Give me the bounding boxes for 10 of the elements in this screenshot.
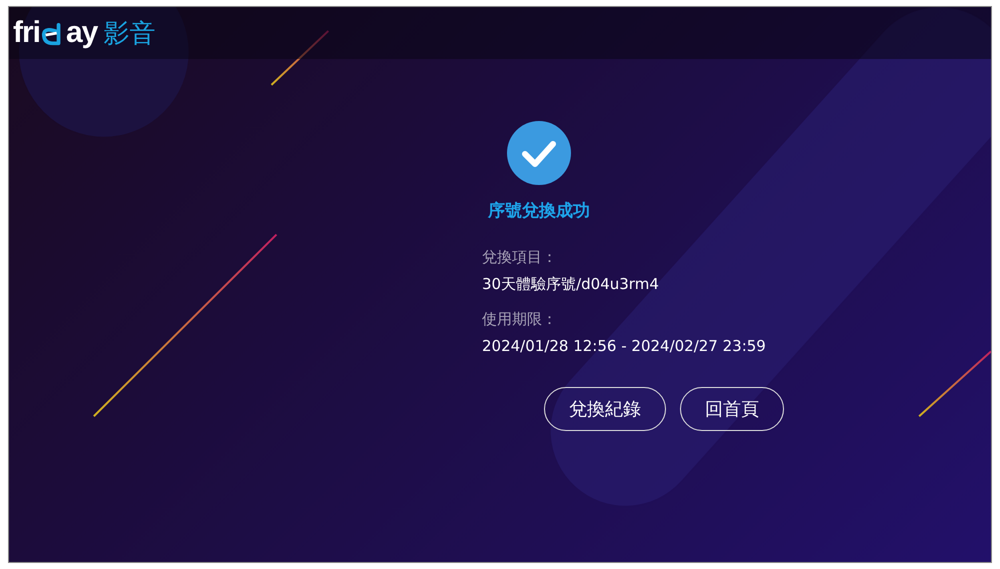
- logo-text[interactable]: ay: [66, 16, 98, 50]
- logo-label[interactable]: 影音: [103, 16, 156, 50]
- detail-value: 30天體驗序號/d04u3rm4: [482, 275, 660, 294]
- detail-label: 兌換項目：: [482, 248, 558, 267]
- action-button[interactable]: 兌換紀錄: [544, 387, 666, 431]
- detail-label: 使用期限：: [482, 310, 558, 329]
- logo-text[interactable]: fri: [13, 16, 40, 50]
- action-button[interactable]: 回首頁: [680, 387, 784, 431]
- detail-value: 2024/01/28 12:56 - 2024/02/27 23:59: [482, 337, 766, 355]
- result-title: 序號兌換成功: [488, 200, 590, 222]
